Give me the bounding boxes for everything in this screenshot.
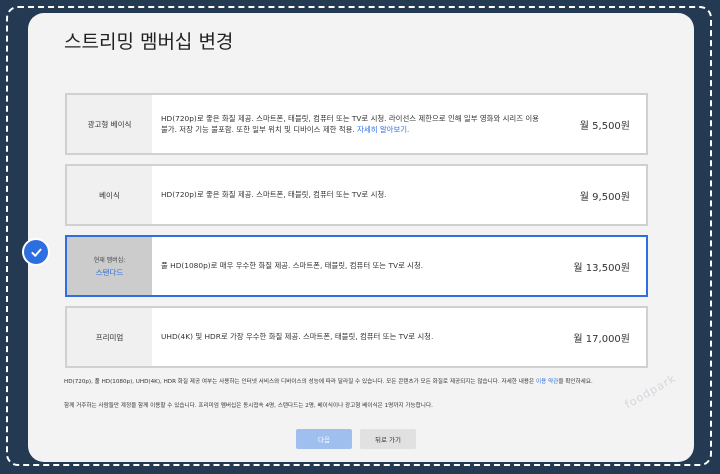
next-button[interactable]: 다음: [296, 429, 352, 449]
quality-note-text: HD(720p), 풀 HD(1080p), UHD(4K), HDR 화질 제…: [64, 379, 535, 385]
plan-price: 월 5,500원: [579, 120, 630, 132]
learn-more-link[interactable]: 자세히 알아보기.: [357, 125, 409, 134]
current-membership-label: 현재 멤버십:: [93, 256, 126, 264]
plan-description: HD(720p)로 좋은 화질 제공. 스마트폰, 태블릿, 컴퓨터 또는 TV…: [161, 190, 387, 200]
plan-price: 월 13,500원: [573, 262, 630, 274]
plan-price: 월 9,500원: [579, 191, 630, 203]
plan-standard[interactable]: 현재 멤버십: 스탠다드 풀 HD(1080p)로 매우 우수한 화질 제공. …: [65, 235, 648, 297]
plan-name-cell: 베이식: [67, 166, 152, 224]
plan-description: HD(720p)로 좋은 화질 제공. 스마트폰, 태블릿, 컴퓨터 또는 TV…: [152, 95, 550, 153]
plan-name: 프리미엄: [95, 332, 124, 342]
plan-name: 베이식: [99, 190, 120, 200]
plan-description: UHD(4K) 및 HDR로 가장 우수한 화질 제공. 스마트폰, 태블릿, …: [161, 332, 434, 342]
page-title: 스트리밍 멤버십 변경: [64, 31, 234, 53]
sharing-note: 함께 거주하는 사람들만 계정을 함께 이용할 수 있습니다. 프리미엄 멤버십…: [64, 403, 433, 409]
plan-description: 풀 HD(1080p)로 매우 우수한 화질 제공. 스마트폰, 태블릿, 컴퓨…: [161, 261, 424, 271]
quality-note: HD(720p), 풀 HD(1080p), UHD(4K), HDR 화질 제…: [64, 378, 656, 387]
plan-name: 스탠다드: [95, 267, 124, 277]
plan-description-text: HD(720p)로 좋은 화질 제공. 스마트폰, 태블릿, 컴퓨터 또는 TV…: [161, 113, 539, 134]
plan-premium[interactable]: 프리미엄 UHD(4K) 및 HDR로 가장 우수한 화질 제공. 스마트폰, …: [65, 306, 648, 368]
plan-name: 광고형 베이식: [87, 119, 132, 129]
quality-note-end: 을 확인하세요.: [558, 379, 593, 385]
plan-name-cell: 현재 멤버십: 스탠다드: [67, 237, 152, 295]
check-circle-icon: [24, 240, 48, 264]
terms-link[interactable]: 이용 약관: [536, 379, 558, 385]
plan-ad-basic[interactable]: 광고형 베이식 HD(720p)로 좋은 화질 제공. 스마트폰, 태블릿, 컴…: [65, 93, 648, 155]
membership-dialog: 스트리밍 멤버십 변경 광고형 베이식 HD(720p)로 좋은 화질 제공. …: [28, 13, 694, 462]
plan-price: 월 17,000원: [573, 333, 630, 345]
back-button[interactable]: 뒤로 가기: [360, 429, 416, 449]
plan-basic[interactable]: 베이식 HD(720p)로 좋은 화질 제공. 스마트폰, 태블릿, 컴퓨터 또…: [65, 164, 648, 226]
plan-name-cell: 광고형 베이식: [67, 95, 152, 153]
plan-name-cell: 프리미엄: [67, 308, 152, 366]
